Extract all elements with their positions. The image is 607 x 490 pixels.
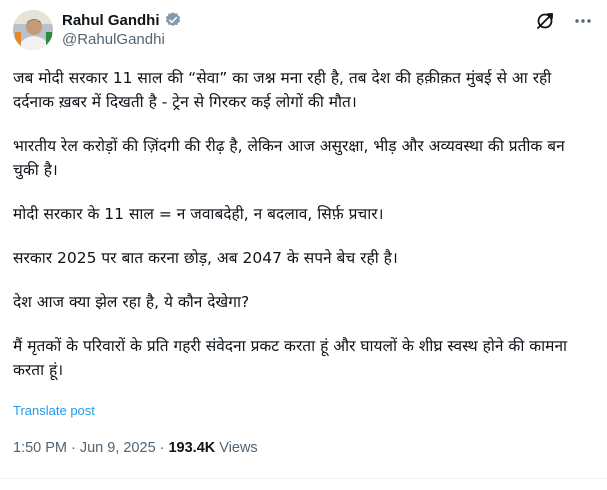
avatar[interactable] (13, 10, 53, 50)
tweet-card: Rahul Gandhi @RahulGandhi जब मोदी सरकार … (0, 0, 607, 490)
tweet-paragraph: भारतीय रेल करोड़ों की ज़िंदगी की रीढ़ है… (13, 137, 565, 179)
views-count: 193.4K (168, 440, 216, 456)
tweet-paragraph: मैं मृतकों के परिवारों के प्रति गहरी संव… (13, 337, 568, 379)
meta-separator: · (159, 440, 165, 456)
author-display-name[interactable]: Rahul Gandhi (62, 12, 160, 29)
grok-icon[interactable] (535, 11, 555, 31)
tweet-meta: 1:50 PM · Jun 9, 2025 · 193.4K Views (13, 440, 258, 456)
tweet-time[interactable]: 1:50 PM (13, 440, 67, 456)
tweet-actions-top (535, 11, 593, 31)
more-options-icon[interactable] (573, 11, 593, 31)
tweet-text: जब मोदी सरकार 11 साल की “सेवा” का जश्न म… (13, 66, 593, 382)
author-handle[interactable]: @RahulGandhi (62, 31, 165, 48)
divider (0, 478, 607, 479)
tweet-paragraph: जब मोदी सरकार 11 साल की “सेवा” का जश्न म… (13, 69, 552, 111)
views-label: Views (219, 440, 258, 456)
tweet-paragraph: सरकार 2025 पर बात करना छोड़, अब 2047 के … (13, 249, 398, 267)
tweet-paragraph: मोदी सरकार के 11 साल = न जवाबदेही, न बदल… (13, 205, 384, 223)
verified-badge-icon (164, 11, 182, 29)
translate-post-link[interactable]: Translate post (13, 403, 95, 418)
author-name-row: Rahul Gandhi (62, 11, 182, 29)
tweet-date[interactable]: Jun 9, 2025 (80, 440, 156, 456)
meta-separator: · (71, 440, 76, 456)
tweet-paragraph: देश आज क्या झेल रहा है, ये कौन देखेगा? (13, 293, 250, 311)
